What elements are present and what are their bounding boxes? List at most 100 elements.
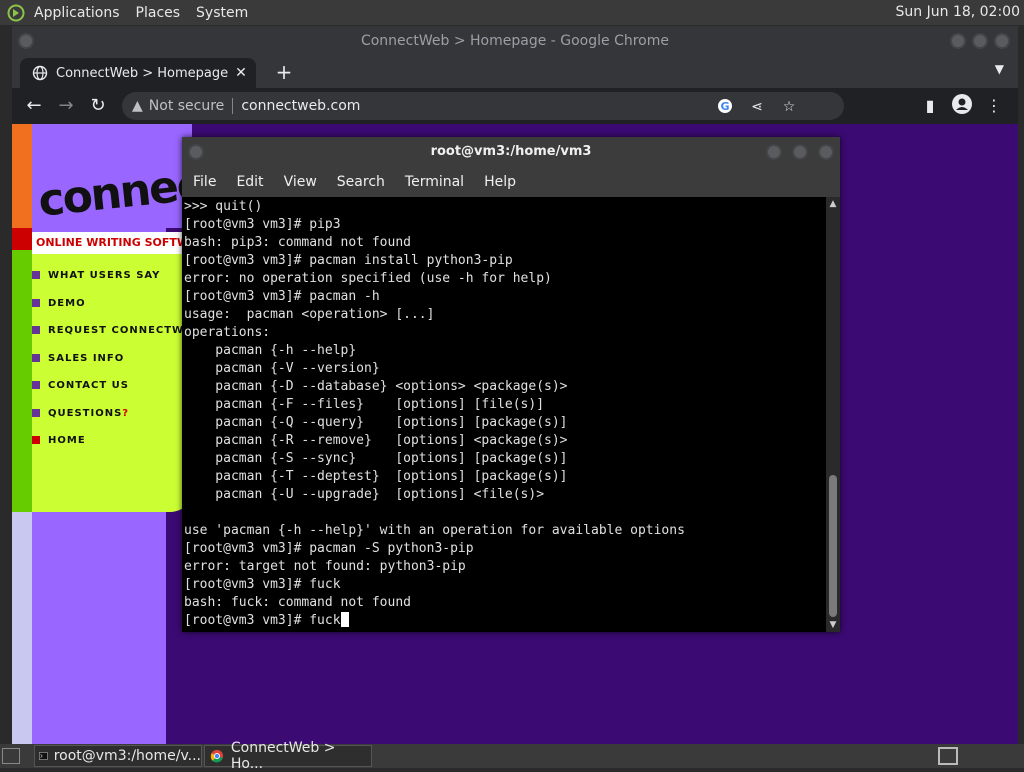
terminal-line: pacman {-T --deptest} [options] [package… [184,469,568,484]
tab-title: ConnectWeb > Homepage [56,65,229,81]
terminal-line: pacman {-F --files} [options] [file(s)] [184,397,545,412]
applications-menu[interactable]: Applications [34,5,120,21]
terminal-line: pacman {-Q --query} [options] [package(s… [184,415,568,430]
nav-request-connectweb[interactable]: REQUEST CONNECTWEB [32,321,201,339]
nav-bullet [32,381,40,389]
task-terminal[interactable]: root@vm3:/home/v... [34,745,202,767]
terminal-maximize-button[interactable] [792,144,808,160]
terminal-line: error: target not found: python3-pip [184,559,466,574]
site-green-block [12,250,32,512]
bookmark-star-icon[interactable]: ☆ [780,98,798,116]
terminal-scrollbar[interactable]: ▲ ▼ [826,197,840,632]
system-menu[interactable]: System [196,5,248,21]
terminal-menubar: File Edit View Search Terminal Help [182,167,840,197]
google-lens-icon[interactable]: G [716,98,734,116]
warning-triangle-icon[interactable]: ▲ [132,98,143,114]
bottom-taskbar: root@vm3:/home/v... ConnectWeb > Ho... [0,740,1024,772]
tab-close-icon[interactable]: ✕ [232,64,250,82]
terminal-line: pacman {-D --database} <options> <packag… [184,379,568,394]
connectweb-logo[interactable]: connectW [36,152,192,227]
site-logo-area: connectW [32,124,192,228]
share-icon[interactable]: ⋖ [748,98,766,116]
tab-connectweb[interactable]: ConnectWeb > Homepage ✕ [20,58,256,88]
terminal-line: pacman {-h --help} [184,343,357,358]
reload-icon[interactable]: ↻ [86,94,110,118]
nav-bullet [32,326,40,334]
nav-bullet [32,409,40,417]
nav-sales-info[interactable]: SALES INFO [32,349,124,367]
terminal-line: [root@vm3 vm3]# pip3 [184,217,341,232]
terminal-line: operations: [184,325,271,340]
minimize-button[interactable] [950,33,966,49]
chrome-titlebar[interactable]: ConnectWeb > Homepage - Google Chrome [12,26,1018,56]
terminal-line: bash: fuck: command not found [184,595,411,610]
terminal-output[interactable]: >>> quit() [root@vm3 vm3]# pip3 bash: pi… [184,197,826,630]
terminal-close-button[interactable] [818,144,834,160]
menu-file[interactable]: File [193,174,216,190]
new-tab-button[interactable]: + [272,60,296,84]
forward-arrow-icon[interactable]: → [54,94,78,118]
terminal-line: bash: pip3: command not found [184,235,411,250]
menu-edit[interactable]: Edit [236,174,263,190]
scroll-thumb[interactable] [829,475,837,617]
scroll-down-arrow-icon[interactable]: ▼ [826,618,840,632]
nav-bullet [32,354,40,362]
nav-home[interactable]: HOME [32,431,86,449]
tab-strip: ConnectWeb > Homepage ✕ + ▼ [12,56,1018,88]
not-secure-label[interactable]: Not secure [149,98,225,114]
globe-icon [32,65,48,81]
prompt-text: [root@vm3 vm3]# fuck [184,613,341,628]
menu-terminal[interactable]: Terminal [405,174,464,190]
distro-logo-icon[interactable] [6,3,26,23]
task-chrome[interactable]: ConnectWeb > Ho... [204,740,372,772]
task-terminal-label: root@vm3:/home/v... [53,748,201,764]
side-panel-icon[interactable]: ▮ [918,94,942,118]
terminal-window-menu-button[interactable] [188,144,204,160]
menu-help[interactable]: Help [484,174,516,190]
site-red-block [12,228,32,250]
window-menu-button[interactable] [18,33,34,49]
profile-avatar-icon[interactable] [950,94,974,118]
terminal-line: pacman {-S --sync} [options] [package(s)… [184,451,568,466]
menu-view[interactable]: View [284,174,317,190]
terminal-cursor [340,612,349,627]
terminal-prompt-line[interactable]: [root@vm3 vm3]# fuck [184,612,826,630]
site-tagline: ONLINE WRITING SOFTWA [32,232,192,254]
chrome-icon [210,749,224,763]
terminal-window: root@vm3:/home/vm3 File Edit View Search… [182,137,840,632]
terminal-titlebar[interactable]: root@vm3:/home/vm3 [182,137,840,167]
nav-bullet-active [32,436,40,444]
terminal-line: error: no operation specified (use -h fo… [184,271,552,286]
svg-text:G: G [720,100,729,113]
clock[interactable]: Sun Jun 18, 02:00 [896,4,1020,20]
nav-bullet [32,299,40,307]
tab-search-chevron-icon[interactable]: ▼ [995,62,1004,76]
url-text[interactable]: connectweb.com [241,98,360,114]
nav-contact-us[interactable]: CONTACT US [32,376,129,394]
terminal-line: use 'pacman {-h --help}' with an operati… [184,523,685,538]
terminal-line: pacman {-R --remove} [options] <package(… [184,433,568,448]
nav-demo[interactable]: DEMO [32,294,86,312]
workspace-switcher[interactable] [938,747,958,765]
nav-bullet [32,271,40,279]
nav-what-users-say[interactable]: WHAT USERS SAY [32,266,160,284]
terminal-minimize-button[interactable] [766,144,782,160]
terminal-line: >>> quit() [184,199,263,214]
places-menu[interactable]: Places [136,5,181,21]
show-desktop-icon[interactable] [2,748,20,764]
chrome-toolbar: ← → ↻ ▲ Not secure connectweb.com G ⋖ ☆ … [12,88,1018,124]
terminal-line: [root@vm3 vm3]# pacman -h [184,289,380,304]
close-button[interactable] [994,33,1010,49]
address-bar[interactable]: ▲ Not secure connectweb.com G ⋖ ☆ [122,92,844,120]
maximize-button[interactable] [972,33,988,49]
back-arrow-icon[interactable]: ← [22,94,46,118]
terminal-line: pacman {-U --upgrade} [options] <file(s)… [184,487,545,502]
site-orange-block [12,124,32,228]
window-title: ConnectWeb > Homepage - Google Chrome [360,33,670,49]
terminal-line: [root@vm3 vm3]# fuck [184,577,341,592]
kebab-menu-icon[interactable]: ⋮ [982,94,1006,118]
nav-questions[interactable]: QUESTIONS? [32,404,129,422]
menu-search[interactable]: Search [337,174,385,190]
scroll-up-arrow-icon[interactable]: ▲ [826,197,840,211]
